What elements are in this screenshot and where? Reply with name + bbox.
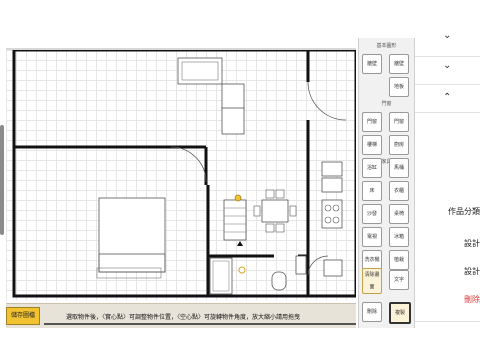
delete-button[interactable]: 刪除 bbox=[362, 302, 382, 322]
side-row-2[interactable]: ⌄ bbox=[415, 56, 480, 85]
palette-btn-text[interactable]: 文字 bbox=[389, 270, 409, 290]
palette-btn-wardrobe[interactable]: 衣櫃 bbox=[389, 181, 409, 201]
hint-divider bbox=[44, 323, 356, 325]
palette-btn-door-2[interactable]: 門窗 bbox=[389, 112, 409, 132]
palette-btn-door-1[interactable]: 門窗 bbox=[362, 112, 382, 132]
side-row-3[interactable]: ⌃ bbox=[415, 84, 480, 113]
chevron-up-icon: ⌃ bbox=[443, 92, 452, 103]
palette-btn-kitchen[interactable]: 廚房 bbox=[389, 135, 409, 155]
palette-btn-table[interactable]: 桌椅 bbox=[389, 204, 409, 224]
palette-btn-bed[interactable]: 床 bbox=[362, 181, 382, 201]
floor-plan-drawing bbox=[12, 50, 356, 298]
chevron-down-icon: ⌄ bbox=[443, 30, 452, 41]
palette-btn-bathtub[interactable]: 浴缸 bbox=[362, 158, 382, 178]
right-side-panel: ⌄ ⌄ ⌃ 作品分類 設計 設計 刪除 bbox=[415, 0, 480, 360]
palette-section-basic: 基本圖形 bbox=[376, 43, 397, 49]
palette-btn-toilet[interactable]: 馬桶 bbox=[389, 158, 409, 178]
side-item-design-2[interactable]: 設計 bbox=[464, 266, 480, 277]
side-row-1[interactable]: ⌄ bbox=[415, 20, 480, 57]
palette-btn-wall-2[interactable]: 牆壁 bbox=[389, 54, 409, 74]
left-scrollbar[interactable] bbox=[0, 125, 4, 235]
save-image-button[interactable]: 儲存圖檔 bbox=[6, 307, 40, 325]
side-item-design-1[interactable]: 設計 bbox=[464, 238, 480, 249]
side-item-category[interactable]: 作品分類 bbox=[448, 206, 480, 217]
palette-btn-wall-1[interactable]: 牆壁 bbox=[362, 54, 382, 74]
palette-btn-washer[interactable]: 洗衣機 bbox=[362, 250, 382, 270]
palette-btn-stairs[interactable]: 樓梯 bbox=[362, 135, 382, 155]
palette-section-doors: 門窗 bbox=[381, 101, 392, 107]
side-divider bbox=[415, 320, 480, 322]
palette-btn-tv[interactable]: 電視 bbox=[362, 227, 382, 247]
palette-btn-plant[interactable]: 植栽 bbox=[389, 250, 409, 270]
clear-canvas-button[interactable]: 清除畫面 bbox=[362, 268, 382, 294]
palette-btn-floor[interactable]: 地板 bbox=[389, 77, 409, 97]
copy-button[interactable]: 複製 bbox=[389, 302, 411, 324]
chevron-down-icon: ⌄ bbox=[443, 60, 452, 71]
palette-btn-sofa[interactable]: 沙發 bbox=[362, 204, 382, 224]
floorplan-canvas[interactable] bbox=[6, 48, 356, 300]
palette-btn-fridge[interactable]: 冰箱 bbox=[389, 227, 409, 247]
editing-hint-text: 選取物件後，〈實心點〉可調整物件位置，〈空心點〉可旋轉物件角度，放大縮小請用拖曳 bbox=[66, 314, 301, 321]
side-item-delete[interactable]: 刪除 bbox=[464, 294, 480, 305]
